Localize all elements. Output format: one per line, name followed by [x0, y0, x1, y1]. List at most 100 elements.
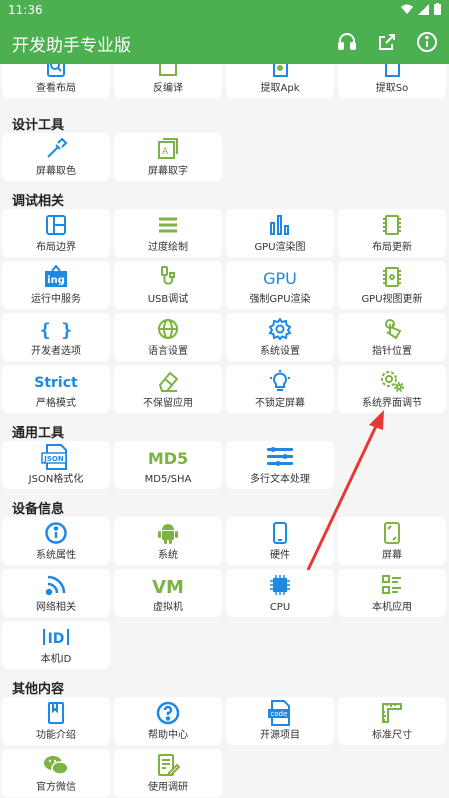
id-icon: ID [43, 629, 69, 647]
signal-icon [418, 3, 429, 15]
tile-open-source[interactable]: code 开源项目 [226, 697, 334, 745]
tile-force-gpu[interactable]: GPU 强制GPU渲染 [226, 261, 334, 309]
tile-decompile[interactable]: 反编译 [114, 64, 222, 98]
tile-label: 系统界面调节 [362, 398, 422, 409]
tile-hardware[interactable]: 硬件 [226, 517, 334, 565]
menu-lines-icon [159, 217, 177, 233]
tile-screen-text-extract[interactable]: A 屏幕取字 [114, 133, 222, 181]
app-title: 开发助手专业版 [12, 36, 131, 56]
tile-cpu[interactable]: CPU [226, 569, 334, 617]
tile-network[interactable]: 网络相关 [2, 569, 110, 617]
svg-text:JSON: JSON [43, 455, 64, 463]
lightbulb-icon [270, 370, 290, 391]
tile-label: 本机ID [40, 654, 72, 665]
survey-edit-icon [158, 754, 180, 776]
tile-label: 使用调研 [148, 782, 188, 793]
tile-device-id[interactable]: ID 本机ID [2, 621, 110, 669]
tile-system-properties[interactable]: 系统属性 [2, 517, 110, 565]
tile-label: 反编译 [153, 83, 183, 94]
ruler-icon [382, 703, 402, 723]
tile-language-settings[interactable]: 语言设置 [114, 313, 222, 361]
svg-text:ing: ing [47, 275, 65, 286]
tile-label: 硬件 [270, 550, 290, 561]
tile-label: GPU视图更新 [361, 294, 423, 305]
layout-update-icon [383, 215, 401, 235]
tile-developer-options[interactable]: { } 开发者选项 [2, 313, 110, 361]
tile-official-wechat[interactable]: 官方微信 [2, 749, 110, 797]
tile-extract-apk[interactable]: 提取Apk [226, 64, 334, 98]
tile-label: 严格模式 [36, 398, 76, 409]
tile-help-center[interactable]: 帮助中心 [114, 697, 222, 745]
eyedropper-icon [47, 137, 68, 158]
info-icon[interactable] [415, 30, 439, 54]
tile-label: 系统设置 [260, 346, 300, 357]
tile-virtual-machine[interactable]: VM 虚拟机 [114, 569, 222, 617]
gpu-text-icon: GPU [263, 269, 297, 288]
usb-icon [161, 266, 175, 285]
package-icon [159, 64, 177, 76]
tile-label: JSON格式化 [28, 474, 84, 485]
tile-stay-awake[interactable]: 不锁定屏幕 [226, 365, 334, 413]
tile-gpu-view-update[interactable]: GPU视图更新 [338, 261, 446, 309]
tile-usb-debugging[interactable]: USB调试 [114, 261, 222, 309]
tile-label: 屏幕取字 [148, 166, 188, 177]
running-service-icon: ing [45, 265, 67, 287]
tile-installed-apps[interactable]: 本机应用 [338, 569, 446, 617]
tile-screen[interactable]: 屏幕 [338, 517, 446, 565]
app-bar-actions [335, 30, 439, 54]
tile-dont-keep-activities[interactable]: 不保留应用 [114, 365, 222, 413]
tile-label: 多行文本处理 [250, 474, 310, 485]
tile-system-ui-tuner[interactable]: 系统界面调节 [338, 365, 446, 413]
tile-overdraw[interactable]: 过度绘制 [114, 209, 222, 257]
app-bar: 开发助手专业版 [0, 20, 449, 64]
android-icon [158, 524, 178, 544]
headset-icon[interactable] [335, 30, 359, 54]
tile-label: 查看布局 [36, 83, 76, 94]
status-time: 11:36 [8, 3, 43, 17]
tile-system-settings[interactable]: 系统设置 [226, 313, 334, 361]
tile-label: 屏幕 [382, 550, 402, 561]
tile-label: 开发者选项 [31, 346, 81, 357]
svg-text:ID: ID [48, 631, 65, 647]
touch-pointer-icon [385, 319, 402, 340]
gears-icon [381, 371, 404, 392]
battery-icon [434, 3, 441, 15]
svg-text:code: code [271, 710, 288, 718]
svg-text:GPU: GPU [263, 269, 297, 288]
tile-label: 网络相关 [36, 602, 76, 613]
tile-feature-intro[interactable]: 功能介绍 [2, 697, 110, 745]
wechat-icon [44, 756, 69, 775]
tile-md5-sha[interactable]: MD5 MD5/SHA [114, 441, 222, 489]
svg-text:Strict: Strict [34, 375, 78, 391]
tile-label: 语言设置 [148, 346, 188, 357]
tile-layout-bounds[interactable]: 布局边界 [2, 209, 110, 257]
cpu-chip-icon [270, 575, 290, 595]
tile-system[interactable]: 系统 [114, 517, 222, 565]
tile-label: GPU渲染图 [254, 242, 306, 253]
view-layout-icon [47, 64, 65, 77]
section-title-design: 设计工具 [12, 118, 65, 133]
tile-gpu-render-graph[interactable]: GPU渲染图 [226, 209, 334, 257]
tile-view-layout[interactable]: 查看布局 [2, 64, 110, 98]
tile-extract-so[interactable]: 提取So [338, 64, 446, 98]
tile-json-format[interactable]: JSON JSON格式化 [2, 441, 110, 489]
tile-label: 帮助中心 [148, 730, 188, 741]
tile-label: 过度绘制 [148, 242, 188, 253]
tile-pointer-location[interactable]: 指针位置 [338, 313, 446, 361]
apps-list-icon [382, 575, 401, 594]
tile-label: CPU [269, 602, 291, 613]
svg-text:MD5: MD5 [148, 449, 188, 468]
share-icon[interactable] [375, 30, 399, 54]
tile-running-services[interactable]: ing 运行中服务 [2, 261, 110, 309]
tile-layout-update[interactable]: 布局更新 [338, 209, 446, 257]
status-bar: 11:36 [0, 0, 449, 20]
tile-user-survey[interactable]: 使用调研 [114, 749, 222, 797]
tile-label: 虚拟机 [153, 602, 183, 613]
tile-label: 不保留应用 [143, 398, 193, 409]
tile-multiline-text[interactable]: 多行文本处理 [226, 441, 334, 489]
tile-label: 官方微信 [36, 782, 76, 793]
tile-strict-mode[interactable]: Strict 严格模式 [2, 365, 110, 413]
gear-icon [268, 317, 292, 341]
tile-standard-size[interactable]: 标准尺寸 [338, 697, 446, 745]
tile-screen-color-picker[interactable]: 屏幕取色 [2, 133, 110, 181]
